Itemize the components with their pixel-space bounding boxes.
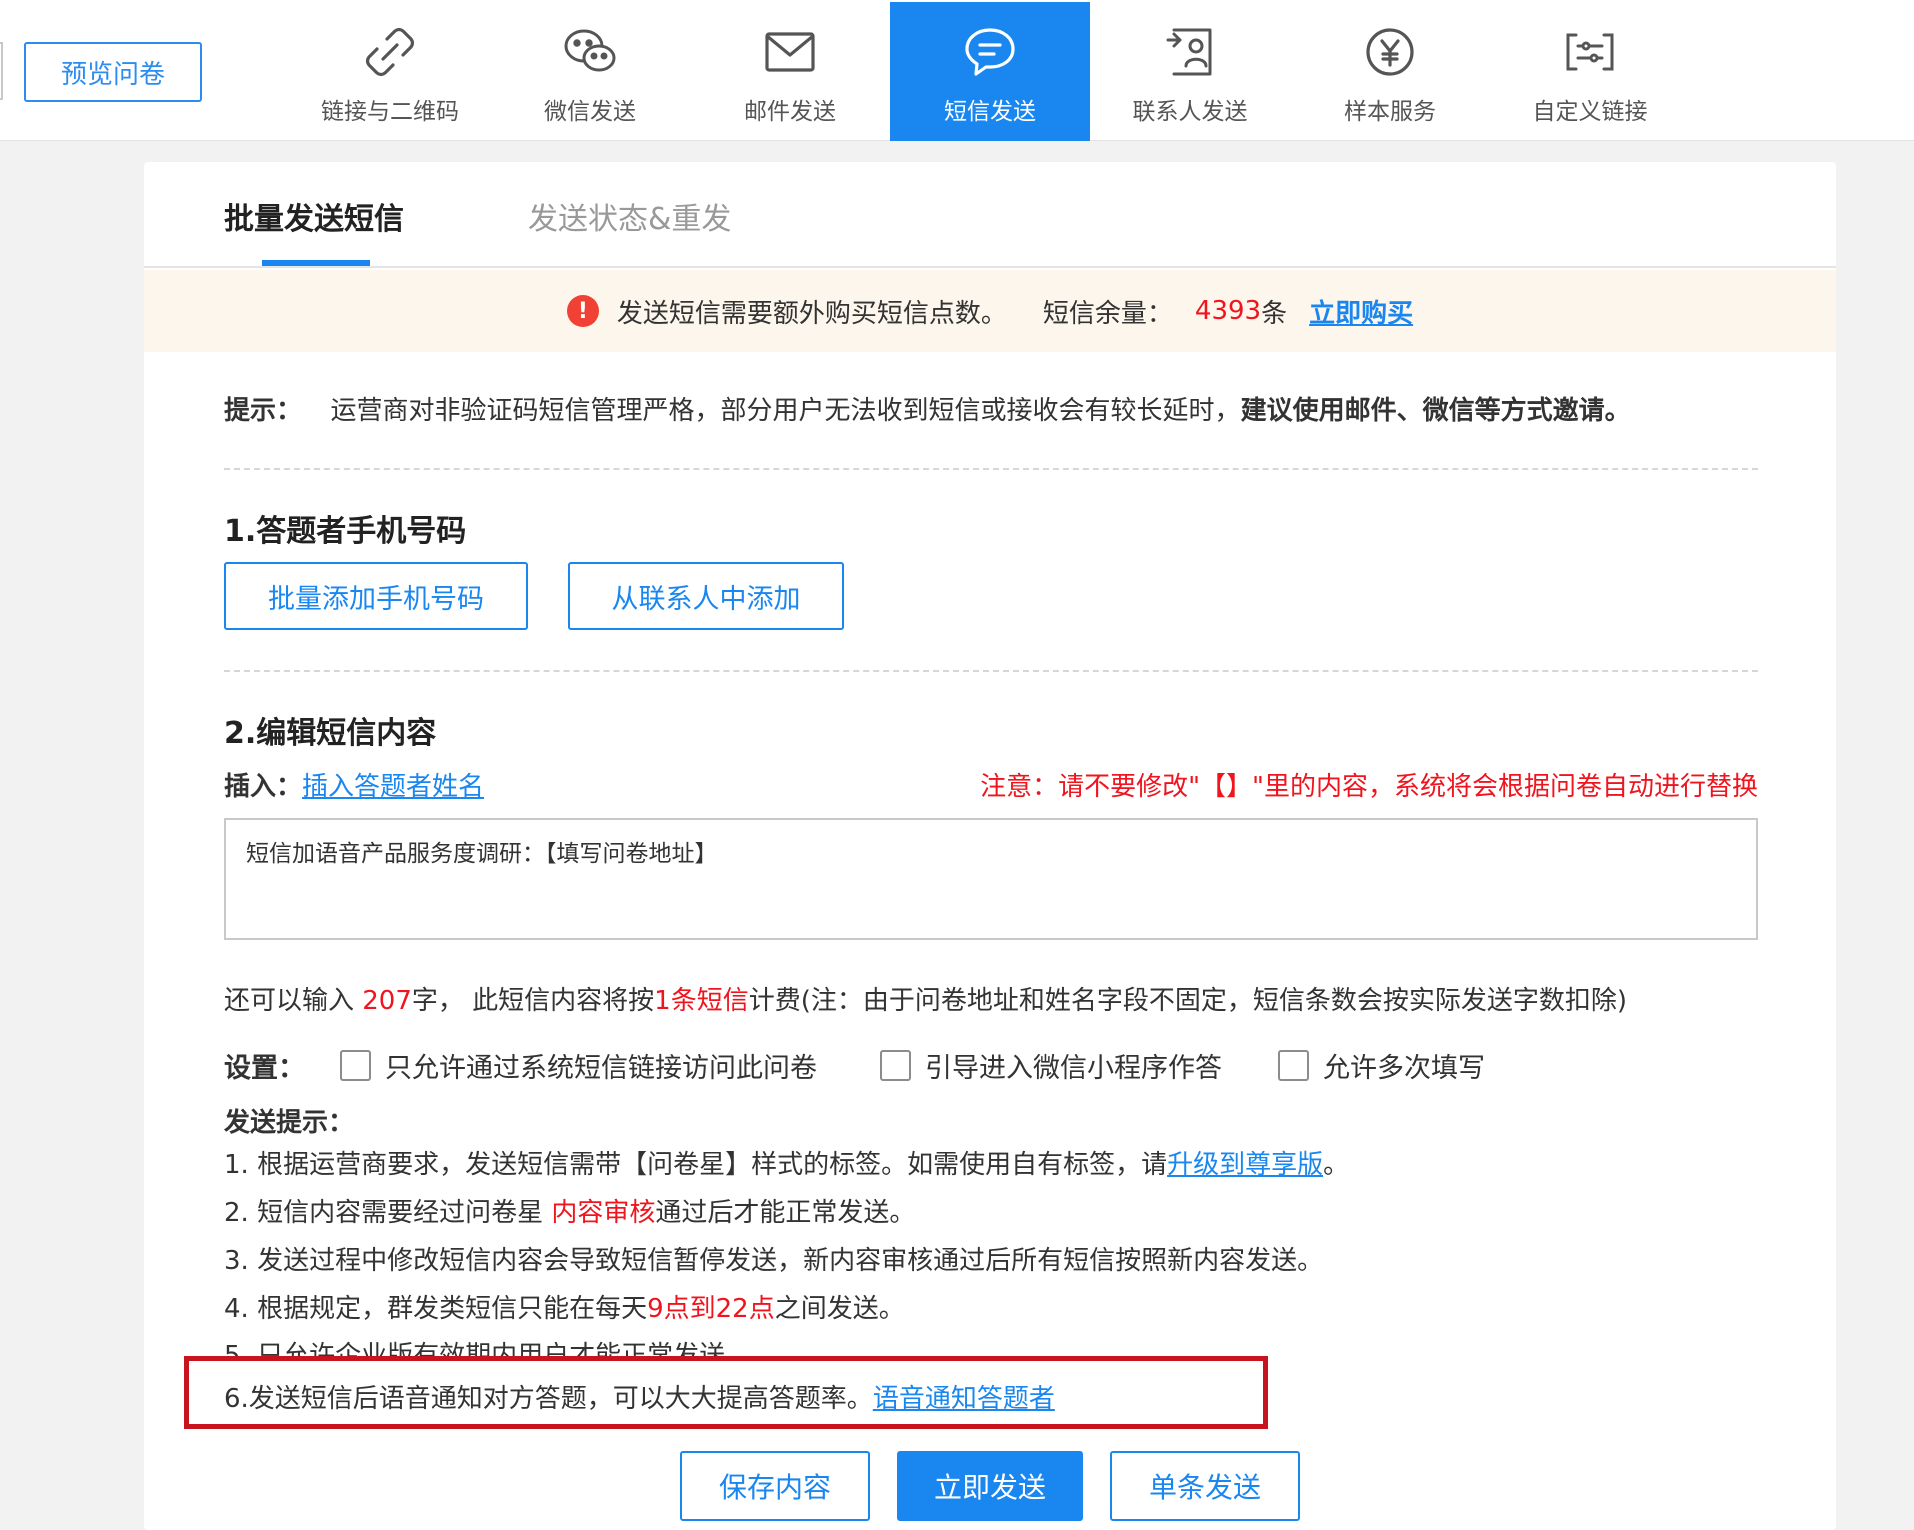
- notice-text: 发送短信需要额外购买短信点数。: [616, 298, 1007, 329]
- sms-count: 1条短信: [654, 986, 749, 1016]
- send-tip-1: 1. 根据运营商要求，发送短信需带【问卷星】样式的标签。如需使用自有标签，请升级…: [224, 1144, 1349, 1181]
- tip-text: 4. 根据规定，群发类短信只能在每天: [224, 1294, 648, 1324]
- send-tip-2: 2. 短信内容需要经过问卷星 内容审核通过后才能正常发送。: [224, 1192, 915, 1229]
- single-send-button[interactable]: 单条发送: [1110, 1451, 1300, 1521]
- checkbox[interactable]: [340, 1050, 371, 1081]
- wechat-icon: [562, 24, 618, 80]
- divider: [224, 468, 1758, 470]
- checkbox[interactable]: [880, 1050, 911, 1081]
- insert-label: 插入：: [224, 772, 303, 802]
- buy-now-link[interactable]: 立即购买: [1309, 293, 1413, 330]
- section-content-title: 2.编辑短信内容: [224, 716, 437, 751]
- time-window-text: 9点到22点: [647, 1294, 775, 1324]
- nav-contacts[interactable]: 联系人发送: [1090, 2, 1290, 141]
- tip-bold-text: 建议使用邮件、微信等方式邀请。: [1240, 396, 1631, 426]
- collapsed-panel-edge[interactable]: [0, 42, 3, 100]
- active-tab-indicator: [262, 260, 370, 266]
- sms-content-textarea[interactable]: 短信加语音产品服务度调研：【填写问卷地址】: [224, 818, 1758, 940]
- sms-icon: [962, 24, 1018, 80]
- insert-row: 插入：插入答题者姓名: [224, 766, 484, 803]
- insert-respondent-name-link[interactable]: 插入答题者姓名: [302, 772, 484, 802]
- tip-text: 之间发送。: [774, 1294, 905, 1324]
- save-content-button[interactable]: 保存内容: [680, 1451, 870, 1521]
- nav-sms[interactable]: 短信发送: [890, 2, 1090, 141]
- count-prefix: 还可以输入: [224, 986, 363, 1016]
- sms-balance-notice: ! 发送短信需要额外购买短信点数。 短信余量： 4393 条 立即购买: [144, 270, 1836, 352]
- tip-text: 运营商对非验证码短信管理严格，部分用户无法收到短信或接收会有较长延时，: [330, 396, 1241, 426]
- count-suffix: 计费(注：由于问卷地址和姓名字段不固定，短信条数会按实际发送字数扣除): [748, 986, 1628, 1016]
- tip-text: 。: [1323, 1150, 1350, 1180]
- nav-sample-service[interactable]: 样本服务: [1290, 2, 1490, 141]
- highlight-annotation-box: [184, 1356, 1268, 1429]
- tip-text: 通过后才能正常发送。: [655, 1198, 916, 1228]
- nav-label: 联系人发送: [1132, 99, 1248, 125]
- nav-link-qrcode[interactable]: 链接与二维码: [290, 2, 490, 141]
- info-icon: !: [566, 295, 599, 327]
- top-navigation-bar: 预览问卷 链接与二维码 微信发送 邮件发送 短信发送 联系人发送 样本服务 自定…: [0, 0, 1914, 141]
- tab-send-status[interactable]: 发送状态&重发: [528, 194, 731, 238]
- content-review-text: 内容审核: [551, 1198, 656, 1228]
- tab-bar: 批量发送短信 发送状态&重发: [144, 162, 1836, 268]
- setting-allow-multiple[interactable]: 允许多次填写: [1278, 1046, 1485, 1085]
- option-label: 只允许通过系统短信链接访问此问卷: [385, 1053, 817, 1084]
- nav-wechat[interactable]: 微信发送: [490, 2, 690, 141]
- count-mid: 字， 此短信内容将按: [411, 986, 655, 1016]
- send-tip-3: 3. 发送过程中修改短信内容会导致短信暂停发送，新内容审核通过后所有短信按照新内…: [224, 1246, 1324, 1276]
- tip-text: 1. 根据运营商要求，发送短信需带【问卷星】样式的标签。如需使用自有标签，请: [224, 1150, 1168, 1180]
- checkbox[interactable]: [1278, 1050, 1309, 1081]
- balance-value: 4393: [1194, 296, 1262, 326]
- setting-wechat-miniprogram[interactable]: 引导进入微信小程序作答: [880, 1046, 1222, 1085]
- settings-label: 设置：: [224, 1046, 305, 1085]
- balance-unit: 条: [1261, 298, 1288, 329]
- remaining-chars: 207: [362, 986, 412, 1016]
- option-label: 允许多次填写: [1323, 1053, 1485, 1084]
- add-from-contacts-button[interactable]: 从联系人中添加: [568, 562, 844, 630]
- option-label: 引导进入微信小程序作答: [925, 1053, 1222, 1084]
- send-tip-4: 4. 根据规定，群发类短信只能在每天9点到22点之间发送。: [224, 1288, 905, 1325]
- sms-send-panel: 批量发送短信 发送状态&重发 ! 发送短信需要额外购买短信点数。 短信余量： 4…: [144, 162, 1836, 1530]
- section-phone-title: 1.答题者手机号码: [224, 514, 467, 549]
- tip-text: 2. 短信内容需要经过问卷星: [224, 1198, 552, 1228]
- nav-email[interactable]: 邮件发送: [690, 2, 890, 141]
- replace-warning: 注意：请不要修改"【】"里的内容，系统将会根据问卷自动进行替换: [980, 772, 1758, 802]
- divider: [224, 670, 1758, 672]
- send-tip-5: 5. 只允许企业版有效期内用户才能正常发送。: [224, 1341, 752, 1357]
- yuan-icon: [1362, 24, 1418, 80]
- nav-label: 短信发送: [944, 99, 1036, 125]
- nav-label: 微信发送: [544, 99, 636, 125]
- link-icon: [362, 24, 418, 80]
- preview-survey-button[interactable]: 预览问卷: [24, 42, 202, 102]
- tab-batch-sms[interactable]: 批量发送短信: [224, 194, 404, 238]
- nav-label: 链接与二维码: [321, 99, 459, 125]
- nav-custom-link[interactable]: 自定义链接: [1490, 2, 1690, 141]
- nav-label: 自定义链接: [1532, 99, 1648, 125]
- contacts-icon: [1162, 24, 1218, 80]
- setting-sms-link-only[interactable]: 只允许通过系统短信链接访问此问卷: [340, 1046, 817, 1085]
- custom-link-icon: [1562, 24, 1618, 80]
- upgrade-link[interactable]: 升级到尊享版: [1167, 1150, 1323, 1180]
- mail-icon: [762, 24, 818, 80]
- send-tips-title: 发送提示：: [224, 1108, 355, 1138]
- tip-line: 提示： 运营商对非验证码短信管理严格，部分用户无法收到短信或接收会有较长延时，建…: [224, 390, 1631, 427]
- batch-add-phone-button[interactable]: 批量添加手机号码: [224, 562, 528, 630]
- balance-label: 短信余量：: [1042, 298, 1173, 329]
- nav-label: 邮件发送: [744, 99, 836, 125]
- nav-label: 样本服务: [1344, 99, 1436, 125]
- send-now-button[interactable]: 立即发送: [897, 1451, 1083, 1521]
- char-count-line: 还可以输入 207字， 此短信内容将按1条短信计费(注：由于问卷地址和姓名字段不…: [224, 980, 1627, 1017]
- settings-label-text: 设置：: [224, 1053, 305, 1084]
- tip-label: 提示：: [224, 396, 303, 426]
